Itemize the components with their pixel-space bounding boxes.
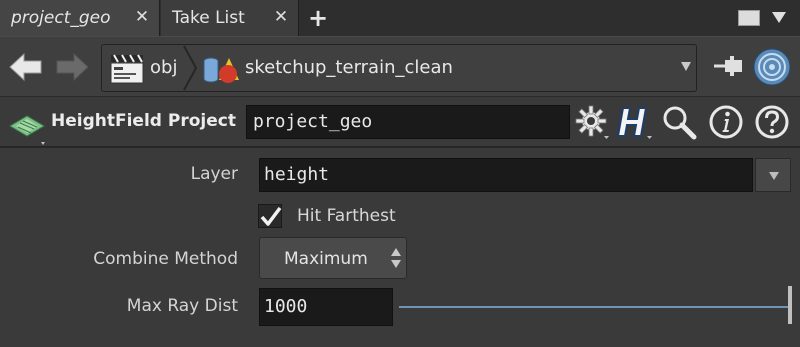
info-icon[interactable] (708, 104, 744, 140)
updown-arrows-icon (391, 248, 401, 268)
tab-label: Take List (172, 8, 245, 28)
node-name-field[interactable]: project_geo (246, 105, 570, 139)
max-ray-dist-slider[interactable] (399, 306, 789, 308)
close-icon[interactable]: ✕ (272, 7, 290, 27)
node-header: HeightField Project project_geo (0, 96, 800, 148)
pin-icon[interactable] (711, 51, 747, 81)
tab-label: project_geo (11, 8, 111, 28)
breadcrumb-geo[interactable]: sketchup_terrain_clean (245, 57, 453, 78)
pane-menu-icon[interactable] (738, 10, 760, 26)
close-icon[interactable]: ✕ (133, 7, 151, 27)
max-ray-dist-field[interactable]: 1000 (259, 288, 393, 326)
layer-label: Layer (190, 164, 238, 184)
chevron-down-icon (769, 172, 779, 180)
path-field[interactable]: obj sketchup_terrain_clean (101, 44, 697, 92)
node-type-label: HeightField Project (51, 111, 236, 131)
tab-project-geo[interactable]: project_geo ✕ (0, 0, 160, 36)
parameter-panel: Layer height Hit Farthest Combine Method… (0, 148, 800, 347)
tab-take-list[interactable]: Take List ✕ (161, 0, 299, 36)
chevron-down-icon[interactable] (681, 62, 691, 71)
breadcrumb-obj[interactable]: obj (150, 57, 177, 78)
slider-handle[interactable] (788, 286, 792, 324)
combine-method-label: Combine Method (93, 249, 238, 269)
arrow-left-icon[interactable] (8, 51, 44, 83)
max-ray-dist-label: Max Ray Dist (126, 296, 238, 316)
arrow-right-icon[interactable] (54, 51, 90, 83)
hit-farthest-checkbox[interactable] (258, 204, 282, 228)
tab-strip: project_geo ✕ Take List ✕ + (0, 0, 800, 36)
plus-icon[interactable]: + (308, 4, 328, 32)
heightfield-icon[interactable] (8, 108, 46, 146)
search-icon[interactable] (661, 104, 697, 140)
houdini-h-icon[interactable] (616, 104, 652, 140)
checkmark-icon (260, 206, 282, 226)
path-bar: obj sketchup_terrain_clean (0, 36, 800, 96)
breadcrumb-separator (183, 45, 198, 91)
geometry-shapes-icon (203, 57, 239, 83)
gear-icon[interactable] (574, 104, 610, 140)
hit-farthest-label: Hit Farthest (297, 206, 396, 226)
combine-method-value: Maximum (284, 249, 368, 269)
link-target-icon[interactable] (752, 47, 792, 87)
help-icon[interactable] (754, 104, 790, 140)
layer-menu-button[interactable] (755, 158, 791, 192)
combine-method-menu[interactable]: Maximum (259, 237, 407, 279)
chevron-down-icon[interactable] (772, 12, 786, 23)
clapperboard-icon (110, 54, 144, 84)
layer-field[interactable]: height (259, 158, 753, 192)
